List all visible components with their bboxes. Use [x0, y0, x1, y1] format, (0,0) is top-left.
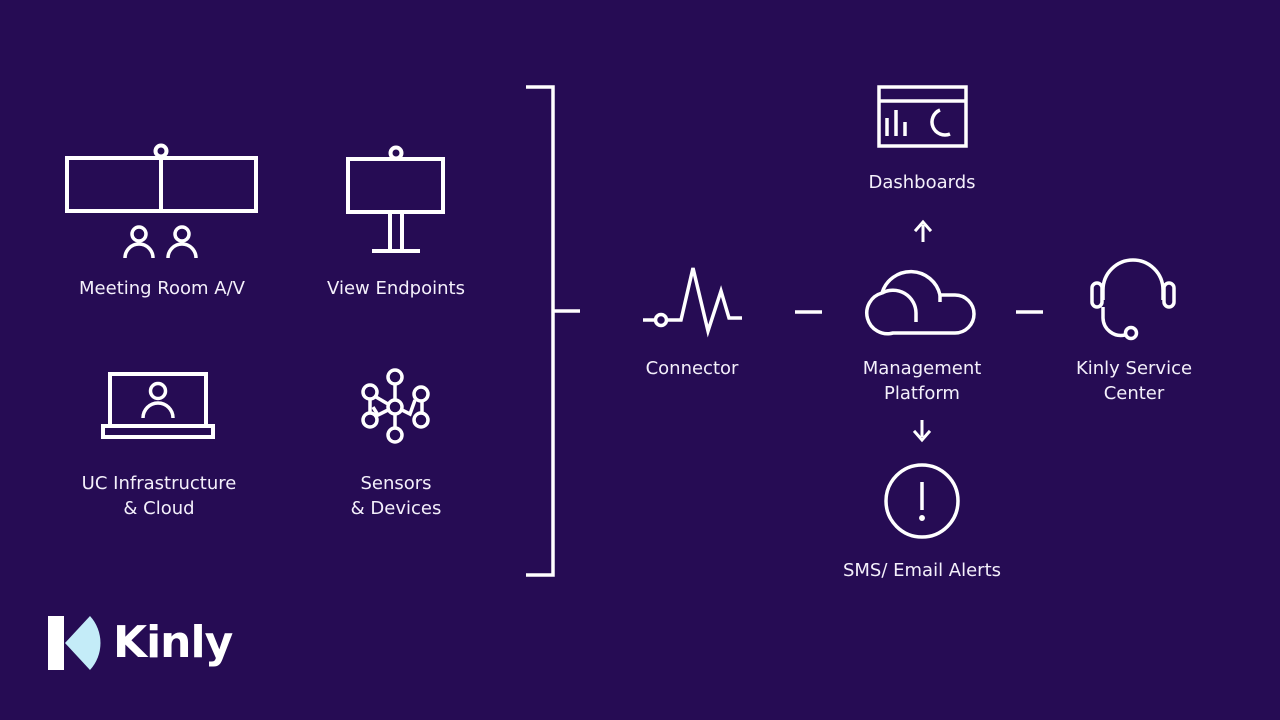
arrow-up-icon: [913, 219, 933, 242]
view-endpoints-label: View Endpoints: [327, 278, 465, 299]
dashboard-icon: [877, 85, 968, 148]
people-icon: [123, 225, 198, 259]
video-wall-icon: [65, 143, 258, 259]
service-center-label: Kinly Service Center: [1075, 358, 1193, 404]
grouping-bracket: [526, 85, 580, 577]
management-platform-label: Management Platform: [862, 358, 982, 404]
sensors-label: Sensors & Devices: [350, 473, 442, 519]
alerts-label: SMS/ Email Alerts: [842, 560, 1002, 581]
laptop-user-icon: [101, 372, 215, 439]
headset-icon: [1090, 258, 1176, 341]
uc-infrastructure-label: UC Infrastructure & Cloud: [81, 473, 237, 519]
arrow-down-icon: [912, 420, 932, 443]
display-endpoint-icon: [346, 145, 445, 253]
meeting-room-label: Meeting Room A/V: [79, 278, 245, 299]
alert-icon: [884, 463, 960, 539]
brand-wordmark: Kinly: [113, 617, 233, 668]
kinly-k-logo-icon: [48, 616, 101, 670]
pulse-connector-icon: [643, 267, 742, 338]
dashboards-label: Dashboards: [868, 172, 976, 193]
network-nodes-icon: [361, 368, 430, 444]
connector-label: Connector: [645, 358, 739, 379]
cloud-icon: [865, 269, 976, 336]
